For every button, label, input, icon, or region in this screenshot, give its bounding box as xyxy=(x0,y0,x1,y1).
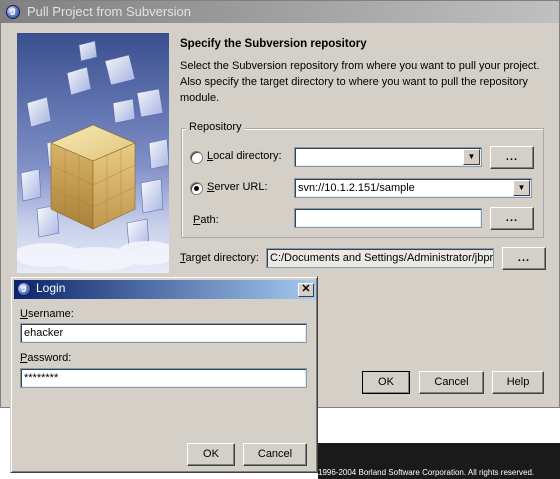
server-url-dropdown-button[interactable]: ▼ xyxy=(513,180,530,196)
main-title-bar[interactable]: J Pull Project from Subversion xyxy=(1,1,559,23)
login-cancel-button[interactable]: Cancel xyxy=(243,443,307,466)
target-directory-label: Target directory: xyxy=(180,252,259,264)
local-directory-dropdown-button[interactable]: ▼ xyxy=(463,149,480,165)
main-dialog-title: Pull Project from Subversion xyxy=(27,4,192,19)
password-label: Password: xyxy=(20,352,72,364)
server-url-label: Server URL: xyxy=(207,181,268,193)
login-title-bar[interactable]: J Login ✕ xyxy=(14,280,316,299)
path-field[interactable] xyxy=(294,208,482,228)
username-label: Username: xyxy=(20,308,74,320)
local-directory-browse-button[interactable]: ... xyxy=(490,146,534,169)
path-browse-button[interactable]: ... xyxy=(490,207,534,230)
local-directory-combo[interactable] xyxy=(294,147,482,167)
wizard-heading: Specify the Subversion repository xyxy=(180,38,367,50)
chevron-down-icon: ▼ xyxy=(517,183,526,192)
password-field[interactable]: ******** xyxy=(20,368,307,388)
repository-group-legend: Repository xyxy=(186,121,245,133)
ok-button[interactable]: OK xyxy=(362,371,410,394)
close-icon[interactable]: ✕ xyxy=(298,283,314,297)
wizard-description: Select the Subversion repository from wh… xyxy=(180,60,540,104)
login-dialog-title: Login xyxy=(36,281,66,295)
wizard-graphic-image xyxy=(17,33,169,273)
jbuilder-icon: J xyxy=(17,282,31,296)
server-url-combo[interactable]: svn://10.1.2.151/sample xyxy=(294,178,532,198)
cancel-button[interactable]: Cancel xyxy=(419,371,484,394)
jbuilder-icon: J xyxy=(6,5,20,19)
username-field[interactable]: ehacker xyxy=(20,323,307,343)
help-button[interactable]: Help xyxy=(492,371,544,394)
path-label: Path: xyxy=(193,214,219,226)
login-dialog: J Login ✕ Username: ehacker Password: **… xyxy=(10,276,318,473)
local-directory-label: Local directory: xyxy=(207,150,282,162)
target-directory-browse-button[interactable]: ... xyxy=(502,247,546,270)
server-url-radio[interactable] xyxy=(190,182,203,195)
copyright-text: 1996-2004 Borland Software Corporation. … xyxy=(318,468,535,477)
login-ok-button[interactable]: OK xyxy=(187,443,235,466)
local-directory-radio[interactable] xyxy=(190,151,203,164)
chevron-down-icon: ▼ xyxy=(467,152,476,161)
target-directory-field[interactable]: C:/Documents and Settings/Administrator/… xyxy=(266,248,494,268)
